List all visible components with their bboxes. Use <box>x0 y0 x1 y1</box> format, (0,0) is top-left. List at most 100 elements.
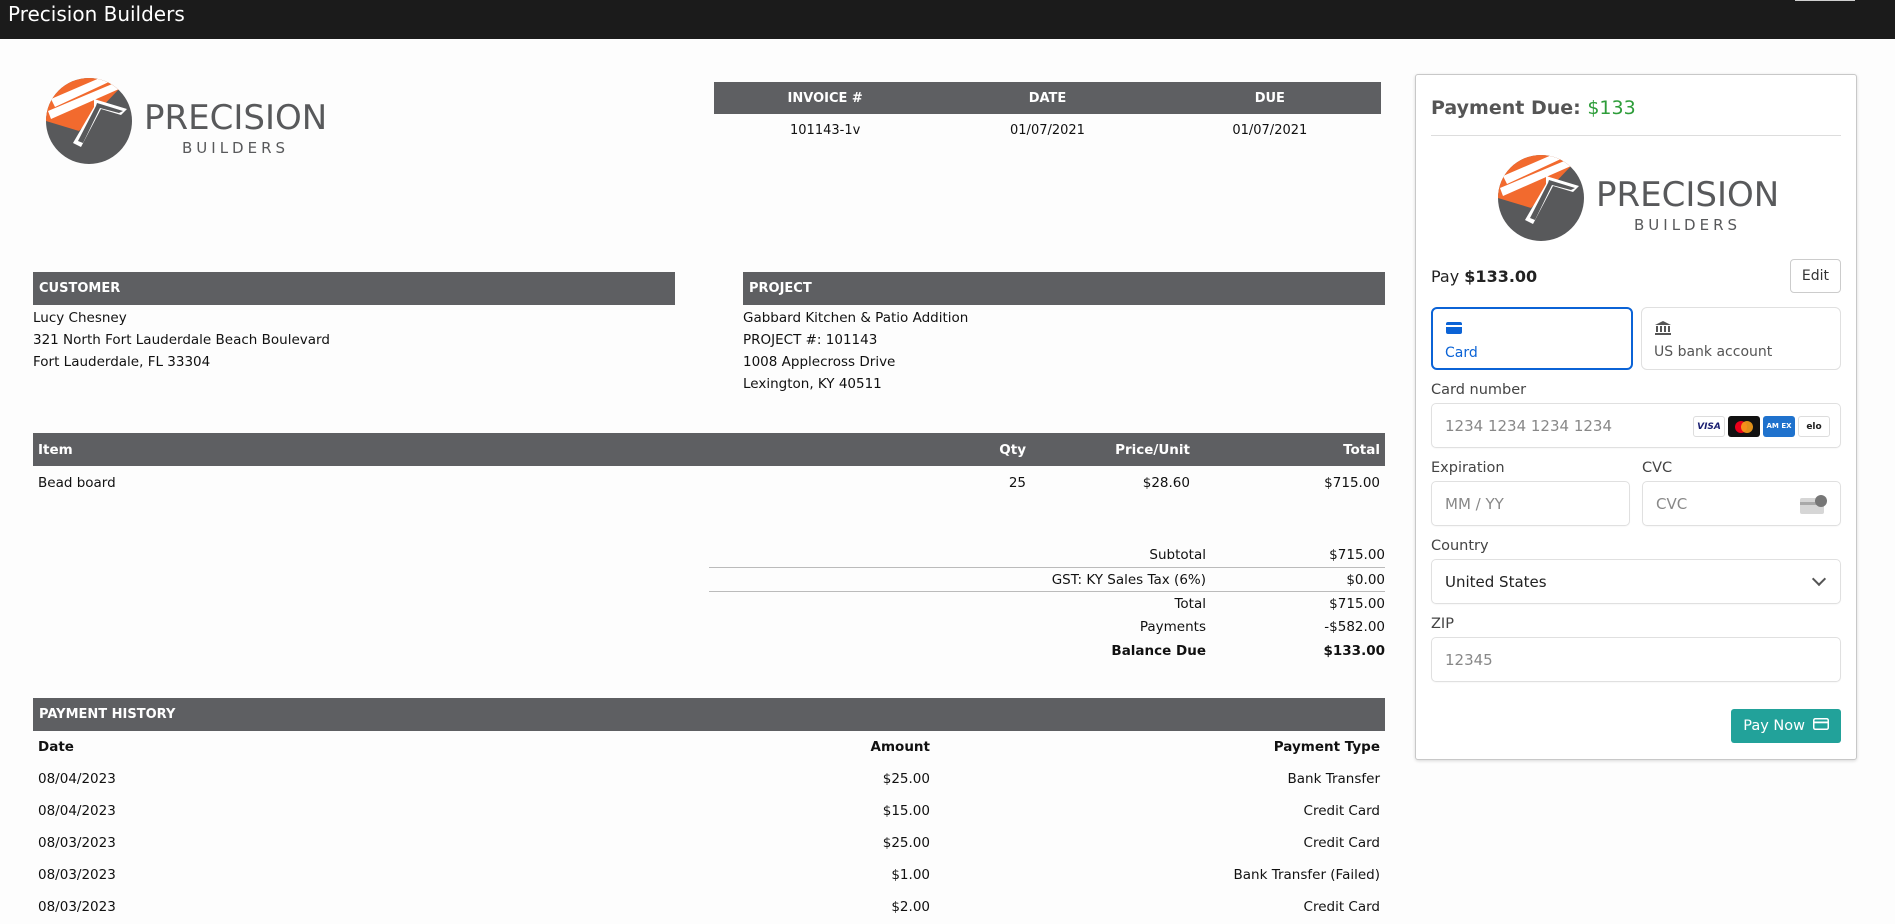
customer-section: CUSTOMER Lucy Chesney 321 North Fort Lau… <box>33 272 675 373</box>
amex-icon: AM EX <box>1763 416 1795 437</box>
customer-name: Lucy Chesney <box>33 310 127 326</box>
project-name: Gabbard Kitchen & Patio Addition <box>743 310 969 326</box>
subtotal-label: Subtotal <box>1149 547 1206 563</box>
price-col-header: Price/Unit <box>1115 441 1190 458</box>
invoice-number-header: INVOICE # <box>787 90 863 106</box>
history-type: Credit Card <box>1303 803 1380 819</box>
card-number-input[interactable]: 1234 1234 1234 1234 VISA AM EX elo <box>1431 403 1841 448</box>
qty-col-header: Qty <box>999 441 1026 458</box>
tab-bank[interactable]: US bank account <box>1641 307 1841 370</box>
payment-panel: Payment Due: $133 PRECISION BUILDERS Pay… <box>1415 74 1857 760</box>
item-qty: 25 <box>1008 475 1026 491</box>
balance-value: $133.00 <box>1323 643 1386 659</box>
credit-card-icon <box>1813 718 1829 734</box>
item-col-header: Item <box>38 441 73 458</box>
total-value: $715.00 <box>1329 595 1385 612</box>
top-bar: Precision Builders <box>0 0 1895 39</box>
payment-history-heading: PAYMENT HISTORY <box>33 698 1385 731</box>
country-select[interactable]: United States <box>1431 559 1841 604</box>
chevron-down-icon <box>1811 571 1827 587</box>
cvc-input[interactable]: CVC <box>1642 481 1841 526</box>
balance-row: Balance Due $133.00 <box>709 639 1385 663</box>
project-section: PROJECT Gabbard Kitchen & Patio Addition… <box>743 272 1385 395</box>
edit-amount-button[interactable]: Edit <box>1789 259 1841 293</box>
invoice-meta: INVOICE # DATE DUE 101143-1v 01/07/2021 … <box>714 82 1381 146</box>
tax-label: GST: KY Sales Tax (6%) <box>1051 571 1206 588</box>
project-details: Gabbard Kitchen & Patio Addition PROJECT… <box>743 305 1385 395</box>
balance-label: Balance Due <box>1111 643 1206 659</box>
table-row: 08/03/2023 $1.00 Bank Transfer (Failed) <box>33 859 1385 891</box>
pay-logo-name-bottom: BUILDERS <box>1634 216 1741 234</box>
history-type: Credit Card <box>1303 835 1380 851</box>
pay-now-button[interactable]: Pay Now <box>1731 709 1841 743</box>
items-header: Item Qty Price/Unit Total <box>33 433 1385 466</box>
logo-name-top: PRECISION <box>144 98 327 138</box>
cvc-label: CVC <box>1642 460 1673 476</box>
expiration-input[interactable]: MM / YY <box>1431 481 1630 526</box>
logo-name-bottom: BUILDERS <box>182 139 289 157</box>
item-name: Bead board <box>38 475 116 491</box>
history-type: Bank Transfer (Failed) <box>1233 867 1380 883</box>
history-amount: $25.00 <box>882 835 930 851</box>
pay-amount: $133.00 <box>1464 266 1538 286</box>
expiration-placeholder: MM / YY <box>1445 494 1504 513</box>
payments-row: Payments -$582.00 <box>709 615 1385 639</box>
mastercard-icon <box>1728 416 1760 437</box>
bank-icon <box>1654 320 1828 338</box>
company-logo: PRECISION BUILDERS <box>39 69 329 169</box>
history-amount: $2.00 <box>891 899 930 915</box>
expiry-cvc-row: Expiration MM / YY CVC CVC <box>1431 448 1841 526</box>
project-line2: Lexington, KY 40511 <box>743 376 882 392</box>
history-date: 08/03/2023 <box>38 835 116 851</box>
invoice-date-header: DATE <box>1028 90 1067 106</box>
table-row: 08/03/2023 $2.00 Credit Card <box>33 891 1385 923</box>
subtotal-value: $715.00 <box>1329 547 1385 563</box>
cvc-card-icon <box>1800 495 1828 519</box>
tab-card-label: Card <box>1445 345 1478 361</box>
item-price: $28.60 <box>1142 475 1190 491</box>
card-icon <box>1445 321 1619 339</box>
card-number-label: Card number <box>1431 382 1527 398</box>
customer-line2: Fort Lauderdale, FL 33304 <box>33 354 211 370</box>
top-bar-divider <box>1795 0 1855 1</box>
project-number: PROJECT #: 101143 <box>743 332 878 348</box>
country-label: Country <box>1431 538 1489 554</box>
card-number-placeholder: 1234 1234 1234 1234 <box>1445 416 1612 435</box>
table-row: 08/03/2023 $25.00 Credit Card <box>33 827 1385 859</box>
subtotal-row: Subtotal $715.00 <box>709 543 1385 567</box>
table-row: 08/04/2023 $15.00 Credit Card <box>33 795 1385 827</box>
country-value: United States <box>1445 572 1547 591</box>
history-type-header: Payment Type <box>1273 739 1380 755</box>
payment-due-title: Payment Due: $133 <box>1431 75 1841 136</box>
pay-logo-name-top: PRECISION <box>1596 175 1779 215</box>
invoice-due-header: DUE <box>1254 90 1285 106</box>
payment-due-label: Payment Due: <box>1431 97 1588 119</box>
visa-icon: VISA <box>1693 416 1725 437</box>
history-amount-header: Amount <box>870 739 930 755</box>
pay-prefix: Pay <box>1431 266 1465 286</box>
history-date: 08/03/2023 <box>38 867 116 883</box>
tab-card[interactable]: Card <box>1431 307 1633 370</box>
history-amount: $1.00 <box>891 867 930 883</box>
zip-placeholder: 12345 <box>1445 650 1493 669</box>
expiration-group: Expiration MM / YY <box>1431 448 1630 526</box>
history-date: 08/04/2023 <box>38 771 116 787</box>
invoice-document: PRECISION BUILDERS INVOICE # DATE DUE 10… <box>33 39 1385 924</box>
total-col-header: Total <box>1343 441 1380 458</box>
pay-amount-label: Pay $133.00 <box>1431 267 1537 286</box>
app-title: Precision Builders <box>8 2 185 26</box>
table-row: 08/04/2023 $25.00 Bank Transfer <box>33 763 1385 795</box>
history-amount: $15.00 <box>882 803 930 819</box>
history-date-header: Date <box>38 739 74 755</box>
totals-block: Subtotal $715.00 GST: KY Sales Tax (6%) … <box>709 543 1385 663</box>
zip-input[interactable]: 12345 <box>1431 637 1841 682</box>
elo-icon: elo <box>1798 416 1830 437</box>
tab-bank-label: US bank account <box>1654 344 1773 360</box>
zip-label: ZIP <box>1431 616 1454 632</box>
pay-amount-row: Pay $133.00 Edit <box>1431 256 1841 296</box>
invoice-date: 01/07/2021 <box>1010 122 1085 138</box>
payment-due-amount: $133 <box>1587 97 1636 119</box>
table-row: Bead board 25 $28.60 $715.00 <box>33 466 1385 500</box>
pay-now-label: Pay Now <box>1743 718 1805 734</box>
payment-company-logo: PRECISION BUILDERS <box>1431 136 1841 256</box>
